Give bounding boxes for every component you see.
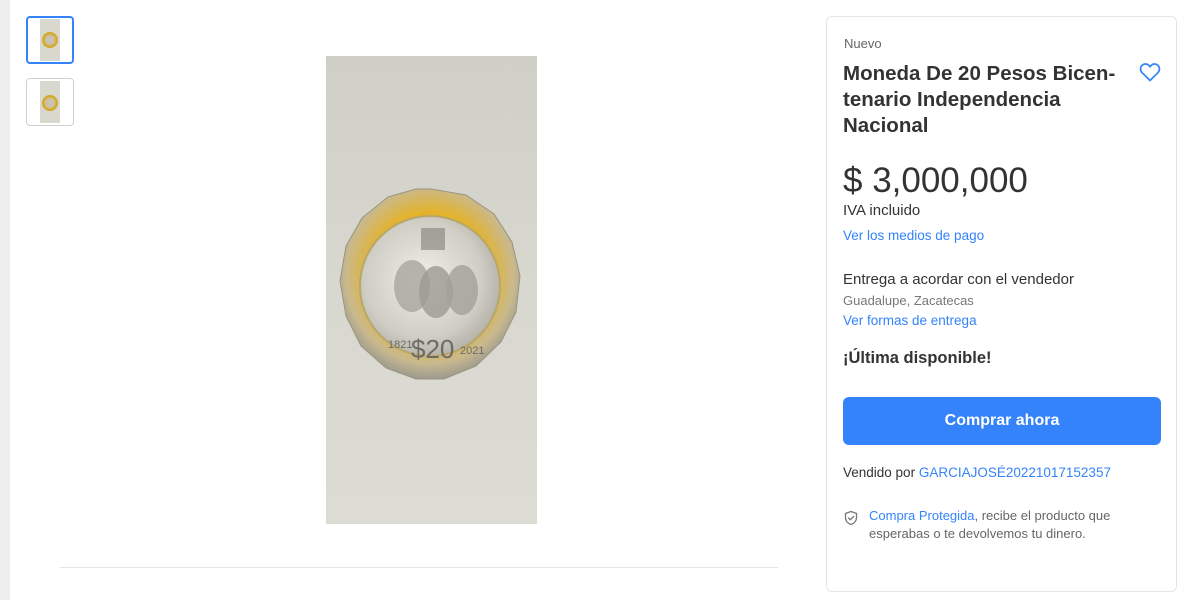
product-page: 1821 $20 2021 Nuevo Moneda De 20 Pesos B… xyxy=(10,0,1194,600)
svg-text:2021: 2021 xyxy=(460,345,484,357)
price: $ 3,000,000 xyxy=(843,161,1028,200)
condition-label: Nuevo xyxy=(844,36,882,51)
shield-check-icon xyxy=(843,510,859,526)
seller-name-link[interactable]: GARCIAJOSÉ20221017152357 xyxy=(919,465,1111,480)
delivery-methods-link[interactable]: Ver formas de entrega xyxy=(843,313,977,328)
protection-text-block: Compra Protegida, recibe el producto que… xyxy=(869,507,1163,543)
delivery-info: Entrega a acordar con el vendedor xyxy=(843,271,1074,288)
thumbnail-image xyxy=(40,81,60,123)
buy-now-button[interactable]: Comprar ahora xyxy=(843,397,1161,445)
tax-note: IVA incluido xyxy=(843,202,921,219)
thumbnail-2[interactable] xyxy=(26,78,74,126)
svg-text:1821: 1821 xyxy=(388,339,412,351)
payment-methods-link[interactable]: Ver los medios de pago xyxy=(843,228,984,243)
product-title: Moneda De 20 Pesos Bicen-tenario Indepen… xyxy=(843,62,1116,137)
thumbnail-1[interactable] xyxy=(26,16,74,64)
seller-prefix: Vendido por xyxy=(843,465,916,480)
thumbnail-image xyxy=(40,19,60,61)
divider xyxy=(60,567,778,568)
svg-text:$20: $20 xyxy=(411,334,454,364)
protected-purchase-link[interactable]: Compra Protegida xyxy=(869,508,975,523)
purchase-panel: Nuevo Moneda De 20 Pesos Bicen-tenario I… xyxy=(826,16,1177,592)
seller-location: Guadalupe, Zacatecas xyxy=(843,293,974,308)
seller-info: Vendido por GARCIAJOSÉ20221017152357 xyxy=(843,465,1111,480)
stock-status: ¡Última disponible! xyxy=(843,349,992,367)
coin-graphic: 1821 $20 2021 xyxy=(339,188,521,380)
main-product-image[interactable]: 1821 $20 2021 xyxy=(326,56,537,524)
heart-outline-icon[interactable] xyxy=(1138,60,1162,84)
